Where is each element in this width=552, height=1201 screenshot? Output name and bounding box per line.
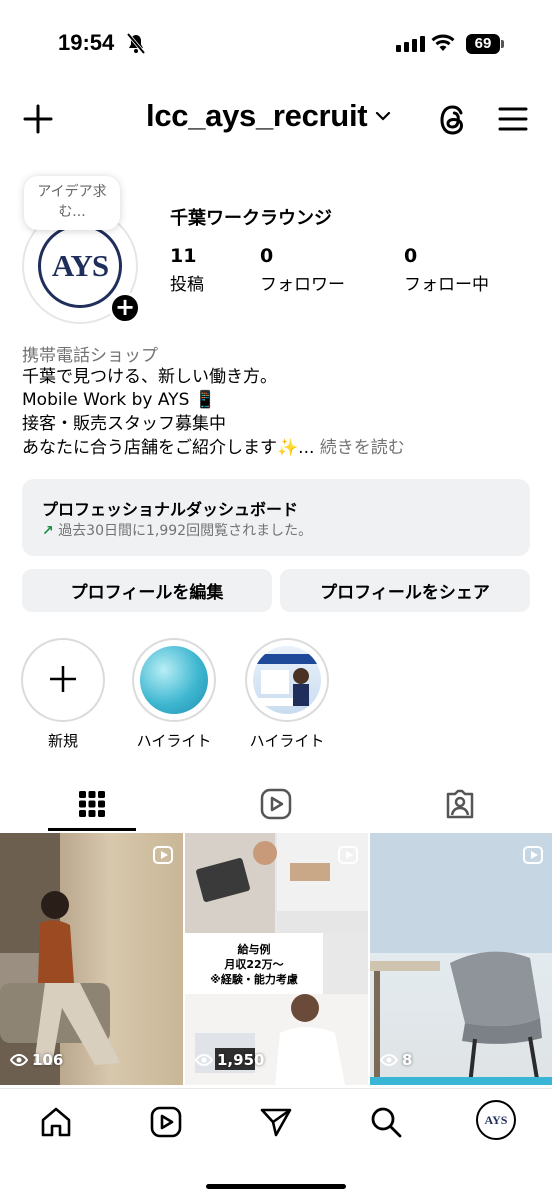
highlight-label: 新規: [47, 732, 78, 750]
views-count: 106: [32, 1051, 64, 1069]
new-highlight-button[interactable]: [21, 638, 105, 722]
tab-tagged[interactable]: [440, 784, 480, 824]
username: lcc_ays_recruit: [146, 98, 368, 133]
edit-profile-button[interactable]: プロフィールを編集: [22, 569, 272, 612]
views-count: 8: [402, 1051, 413, 1069]
dashboard-title: プロフェッショナルダッシュボード: [42, 500, 299, 519]
add-story-plus-icon[interactable]: +: [109, 292, 141, 324]
post-views: 1,950: [195, 1051, 264, 1069]
chevron-down-icon: [375, 107, 391, 126]
post-thumbnail[interactable]: 106: [0, 833, 183, 1085]
reels-icon[interactable]: [146, 1102, 186, 1142]
profile-category: 携帯電話ショップ: [22, 346, 158, 366]
caption-line: ※経験・能力考慮: [210, 973, 298, 986]
caption-line: 月収22万〜: [224, 958, 284, 971]
plus-icon: [48, 655, 78, 701]
bell-off-icon: [126, 32, 146, 59]
home-icon[interactable]: [36, 1102, 76, 1142]
views-count: 1,950: [217, 1051, 265, 1069]
grid-icon: [79, 791, 105, 817]
eye-icon: [195, 1054, 213, 1066]
post-views: 106: [10, 1051, 63, 1069]
profile-tab-avatar[interactable]: AYS: [476, 1100, 516, 1140]
active-tab-indicator: [48, 828, 136, 831]
send-message-icon[interactable]: [256, 1102, 296, 1142]
highlight-item[interactable]: [245, 638, 329, 722]
avatar-logo: AYS: [51, 248, 109, 283]
bio-line: あなたに合う店舗をご紹介します✨... 続きを読む: [22, 437, 405, 460]
share-profile-button[interactable]: プロフィールをシェア: [280, 569, 530, 612]
battery-tip: [501, 40, 504, 48]
post-thumbnail[interactable]: 8: [370, 833, 552, 1085]
cellular-signal-icon: [396, 36, 425, 52]
threads-icon[interactable]: [437, 102, 469, 142]
bio-line: 千葉で見つける、新しい働き方。: [22, 367, 277, 387]
posts-count[interactable]: 11: [170, 245, 196, 267]
read-more-link[interactable]: 続きを読む: [314, 438, 405, 458]
post-caption-overlay: 給与例 月収22万〜 ※経験・能力考慮: [185, 933, 323, 994]
highlight-cover-image: [253, 646, 321, 714]
bio-line: Mobile Work by AYS 📱: [22, 390, 216, 410]
profile-tab-logo: AYS: [484, 1112, 508, 1127]
dashboard-views-text: 過去30日間に1,992回閲覧されました。: [58, 523, 313, 539]
tab-posts-grid[interactable]: [72, 784, 112, 824]
note-bubble[interactable]: アイデア求む...: [24, 176, 120, 230]
status-time: 19:54: [58, 30, 115, 55]
followers-label[interactable]: フォロワー: [260, 270, 345, 295]
reel-badge-icon: [153, 846, 173, 864]
create-plus-icon[interactable]: [22, 103, 54, 139]
avatar-logo-ring: AYS: [38, 224, 122, 308]
following-count[interactable]: 0: [404, 245, 417, 267]
reel-badge-icon: [338, 846, 358, 864]
wifi-icon: [430, 33, 456, 57]
display-name: 千葉ワークラウンジ: [170, 208, 332, 229]
menu-icon[interactable]: [498, 106, 528, 136]
bio-line: 接客・販売スタッフ募集中: [22, 414, 226, 434]
highlight-label: ハイライト: [136, 732, 212, 750]
reels-icon: [260, 788, 292, 820]
eye-icon: [10, 1054, 28, 1066]
highlight-item[interactable]: [132, 638, 216, 722]
post-views: 8: [380, 1051, 412, 1069]
reel-badge-icon: [523, 846, 543, 864]
eye-icon: [380, 1054, 398, 1066]
tagged-person-icon: [446, 789, 474, 819]
home-indicator: [206, 1184, 346, 1189]
account-switcher[interactable]: lcc_ays_recruit: [146, 98, 391, 134]
highlight-cover-image: [140, 646, 208, 714]
battery-level: 69: [466, 34, 500, 54]
post-thumbnail[interactable]: 給与例 月収22万〜 ※経験・能力考慮 1,950: [185, 833, 368, 1085]
search-icon[interactable]: [366, 1102, 406, 1142]
posts-label[interactable]: 投稿: [170, 270, 204, 295]
highlight-label: ハイライト: [249, 732, 325, 750]
caption-line: 給与例: [237, 943, 271, 956]
dashboard-subtitle: ↗ 過去30日間に1,992回閲覧されました。: [42, 520, 312, 540]
tab-reels[interactable]: [256, 784, 296, 824]
following-label[interactable]: フォロー中: [404, 270, 489, 295]
trend-up-icon: ↗: [42, 523, 54, 539]
followers-count[interactable]: 0: [260, 245, 273, 267]
bio-text: あなたに合う店舗をご紹介します✨...: [22, 438, 315, 458]
